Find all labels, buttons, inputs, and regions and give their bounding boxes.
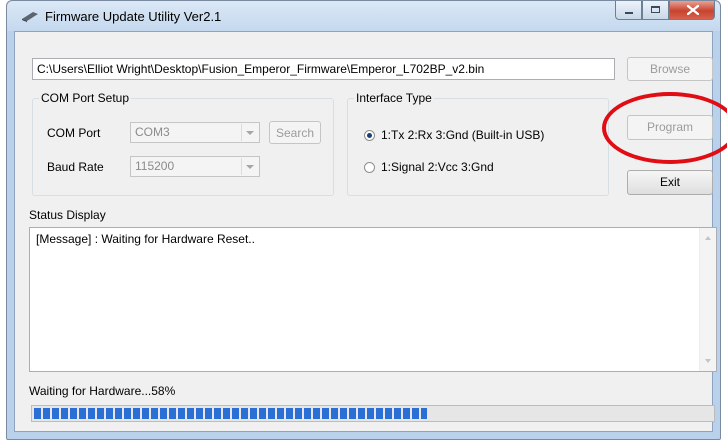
com-port-setup-title: COM Port Setup	[39, 91, 132, 105]
baud-rate-select[interactable]: 115200	[130, 156, 260, 177]
app-window: Firmware Update Utility Ver2.1 C:\Users\…	[6, 0, 727, 440]
interface-type-title: Interface Type	[354, 91, 434, 105]
status-scrollbar[interactable]	[699, 228, 716, 371]
maximize-icon	[651, 6, 660, 13]
minimize-button[interactable]	[615, 1, 642, 20]
baud-rate-value: 115200	[135, 159, 175, 173]
interface-option2-label[interactable]: 1:Signal 2:Vcc 3:Gnd	[381, 160, 494, 174]
program-highlight-ring	[602, 92, 727, 164]
close-icon	[687, 5, 699, 15]
app-icon	[22, 12, 38, 22]
status-message: [Message] : Waiting for Hardware Reset..	[36, 232, 255, 246]
maximize-button[interactable]	[642, 1, 669, 20]
client-area: C:\Users\Elliot Wright\Desktop\Fusion_Em…	[14, 31, 727, 432]
browse-button[interactable]: Browse	[627, 57, 713, 81]
scroll-up-icon	[705, 236, 711, 240]
progress-bar-fill	[34, 408, 427, 419]
interface-option2-radio[interactable]	[364, 162, 375, 173]
scroll-down-icon	[705, 359, 711, 363]
exit-button[interactable]: Exit	[627, 170, 713, 195]
com-port-setup-group: COM Port Setup COM Port COM3 Search Baud…	[32, 91, 334, 196]
com-port-value: COM3	[135, 125, 170, 139]
title-bar: Firmware Update Utility Ver2.1	[7, 1, 720, 31]
close-button[interactable]	[669, 1, 715, 20]
window-controls	[615, 1, 715, 21]
minimize-icon	[625, 12, 633, 14]
baud-rate-label: Baud Rate	[47, 160, 104, 174]
interface-type-group: Interface Type 1:Tx 2:Rx 3:Gnd (Built-in…	[347, 91, 609, 196]
interface-option1-radio[interactable]	[364, 130, 375, 141]
progress-text: Waiting for Hardware...58%	[29, 384, 176, 398]
progress-bar	[31, 405, 715, 422]
status-log[interactable]: [Message] : Waiting for Hardware Reset..	[29, 227, 717, 372]
com-port-label: COM Port	[47, 126, 101, 140]
chevron-down-icon	[241, 124, 258, 141]
chevron-down-icon	[241, 158, 258, 175]
window-title: Firmware Update Utility Ver2.1	[45, 9, 222, 24]
status-display-title: Status Display	[29, 208, 106, 222]
file-path-field[interactable]: C:\Users\Elliot Wright\Desktop\Fusion_Em…	[32, 58, 615, 80]
com-port-select[interactable]: COM3	[130, 122, 260, 143]
interface-option1-label[interactable]: 1:Tx 2:Rx 3:Gnd (Built-in USB)	[381, 128, 544, 142]
search-button[interactable]: Search	[269, 121, 321, 144]
